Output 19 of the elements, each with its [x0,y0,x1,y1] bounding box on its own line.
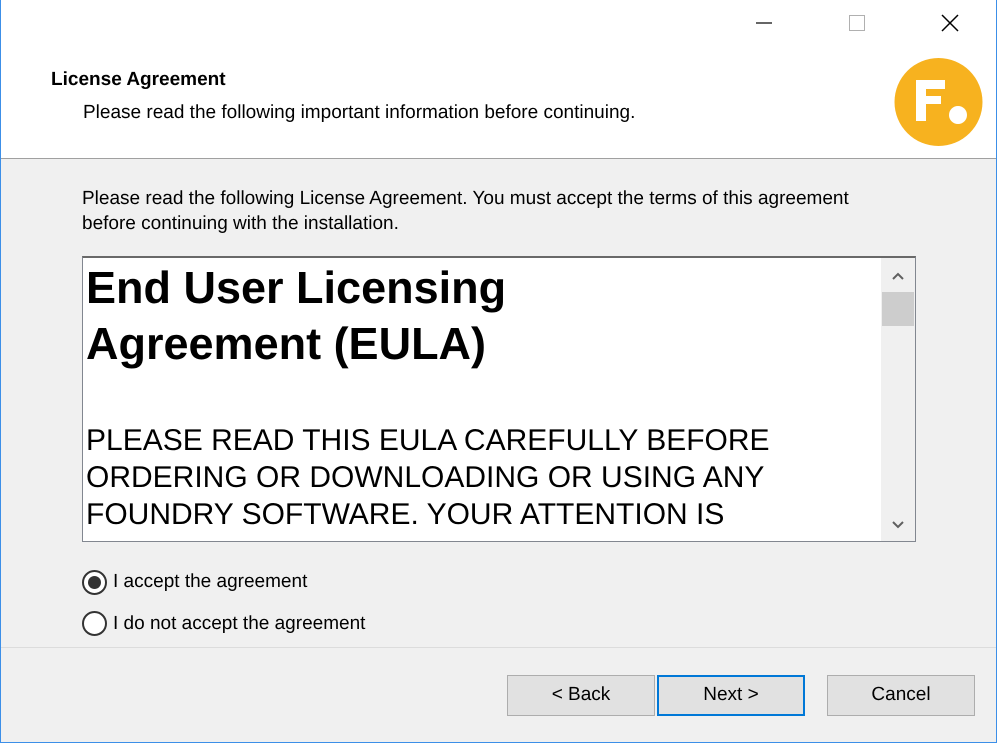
instruction-text: Please read the following License Agreement. You must accept the terms of this agreement before continuing with the installation. [82,187,850,236]
page-title: License Agreement [51,68,226,92]
dialog-button[interactable]: < Back [507,675,655,716]
minimize-icon [756,22,772,24]
radio-label[interactable]: I accept the agreement [113,568,308,596]
license-heading: End User Licensing Agreement (EULA) [86,261,508,371]
page-subtitle: Please read the following important information before continuing. [83,101,636,125]
radio-button[interactable] [82,570,107,595]
radio-button[interactable] [82,611,107,636]
license-body: PLEASE READ THIS EULA CAREFULLY BEFORE ORDERING OR DOWNLOADING OR USING ANY FOUNDRY SOFTWARE. YOUR ATTENTION IS [86,423,771,533]
dialog-button[interactable]: Cancel [827,675,975,716]
scroll-down-icon[interactable] [892,521,904,529]
close-icon [940,14,958,32]
radio-label[interactable]: I do not accept the agreement [113,610,366,638]
scrollbar[interactable] [881,258,915,541]
scroll-up-icon[interactable] [892,272,904,280]
dialog-button[interactable]: Next > [657,675,805,716]
scroll-thumb[interactable] [882,292,914,326]
maximize-icon [848,15,864,31]
